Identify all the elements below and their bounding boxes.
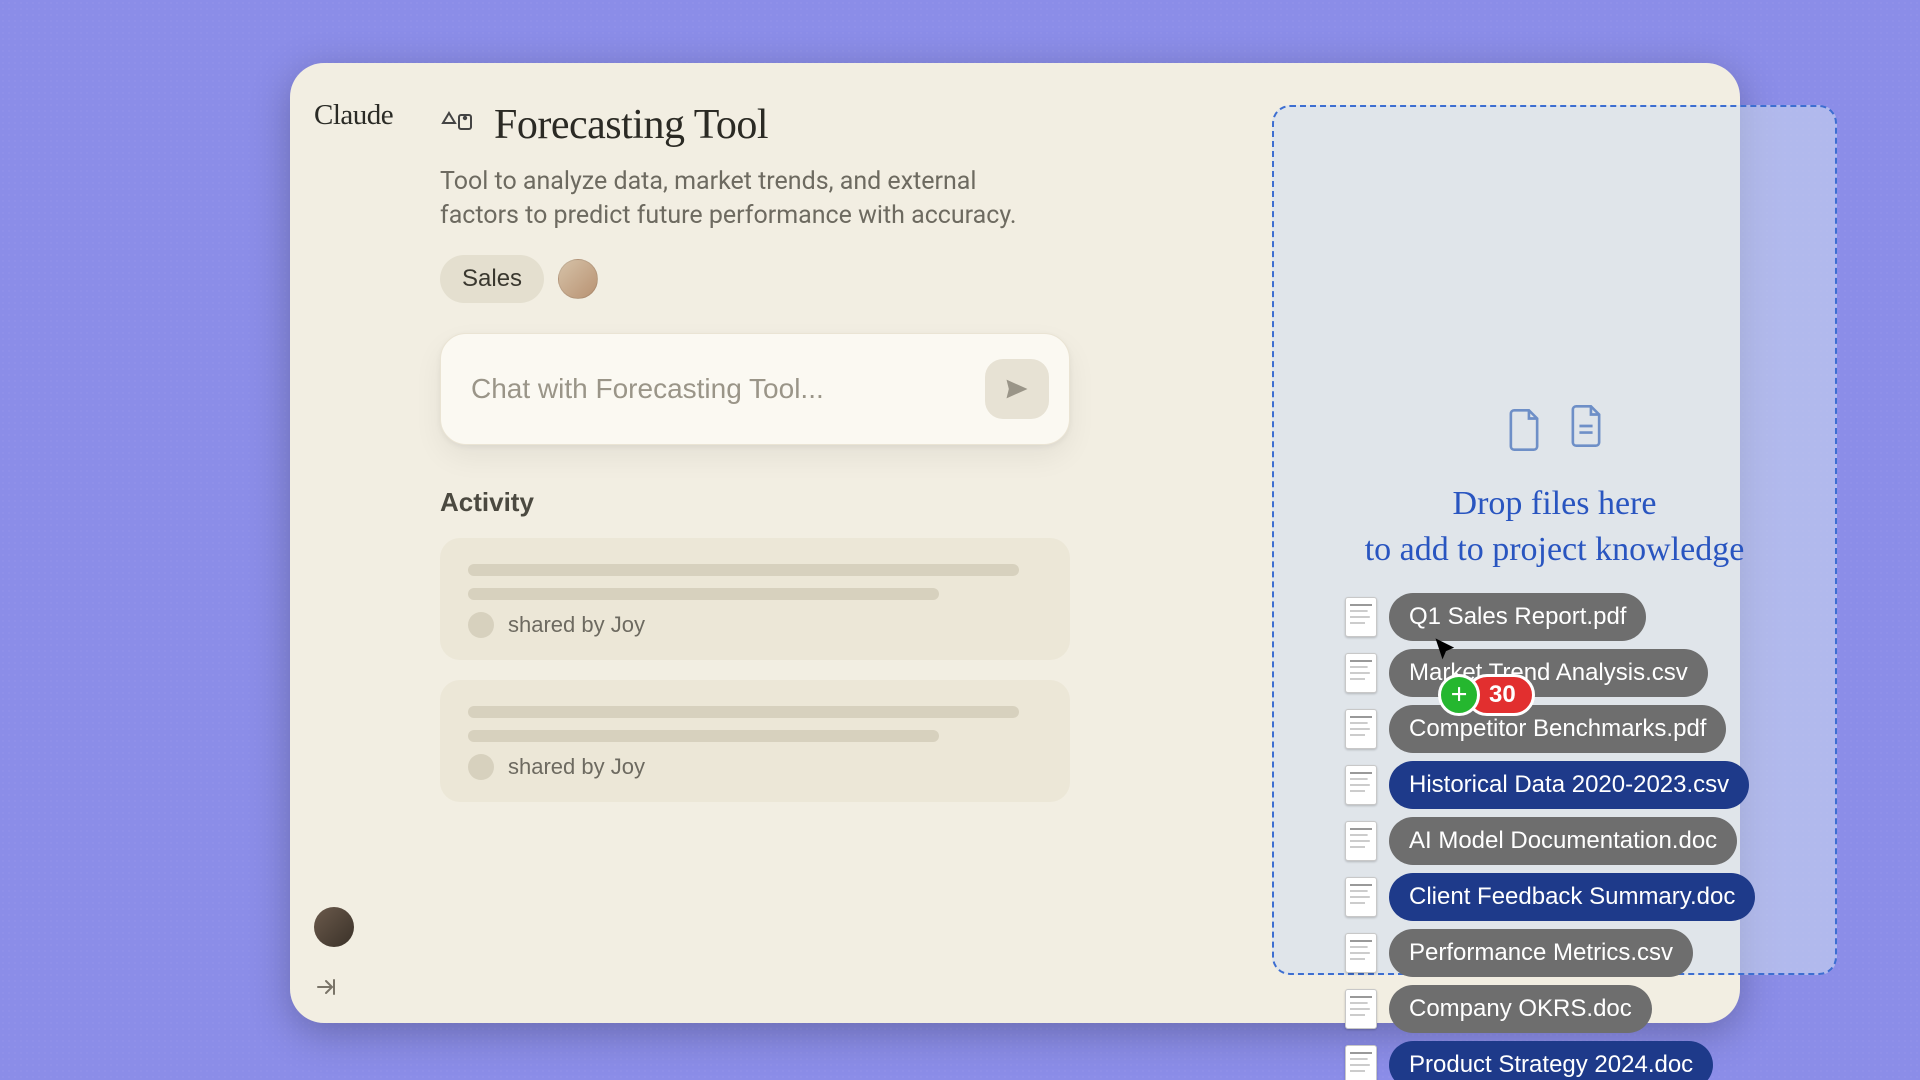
file-thumbnail-icon	[1345, 765, 1377, 805]
plus-icon: +	[1438, 674, 1480, 716]
file-thumbnail-icon	[1345, 877, 1377, 917]
skeleton-line	[468, 588, 939, 600]
dragged-file: Q1 Sales Report.pdf	[1345, 593, 1646, 641]
skeleton-line	[468, 564, 1019, 576]
dragged-file: Performance Metrics.csv	[1345, 929, 1693, 977]
activity-meta-text: shared by Joy	[508, 754, 645, 780]
chat-input[interactable]	[471, 373, 985, 405]
dropzone-text-line2: to add to project knowledge	[1365, 527, 1745, 573]
dragged-file: Product Strategy 2024.doc	[1345, 1041, 1713, 1080]
file-thumbnail-icon	[1345, 1045, 1377, 1080]
activity-heading: Activity	[440, 487, 1070, 518]
activity-card[interactable]: shared by Joy	[440, 538, 1070, 660]
user-avatar[interactable]	[314, 907, 354, 947]
file-thumbnail-icon	[1345, 653, 1377, 693]
chat-input-container	[440, 333, 1070, 445]
dragged-file: Competitor Benchmarks.pdf	[1345, 705, 1726, 753]
activity-card[interactable]: shared by Joy	[440, 680, 1070, 802]
project-description: Tool to analyze data, market trends, and…	[440, 165, 1060, 233]
drag-count-badge: + 30	[1438, 674, 1535, 716]
file-name-label: Performance Metrics.csv	[1389, 929, 1693, 977]
file-name-label: Product Strategy 2024.doc	[1389, 1041, 1713, 1080]
document-icon	[1503, 407, 1545, 453]
skeleton-line	[468, 706, 1019, 718]
file-thumbnail-icon	[1345, 821, 1377, 861]
cursor-icon	[1432, 636, 1460, 664]
dragged-file: Historical Data 2020-2023.csv	[1345, 761, 1749, 809]
file-thumbnail-icon	[1345, 709, 1377, 749]
file-name-label: AI Model Documentation.doc	[1389, 817, 1737, 865]
dragged-file: Client Feedback Summary.doc	[1345, 873, 1755, 921]
file-name-label: Historical Data 2020-2023.csv	[1389, 761, 1749, 809]
dragged-file: AI Model Documentation.doc	[1345, 817, 1737, 865]
sidebar-collapse-icon[interactable]	[314, 975, 338, 999]
dropzone-text-line1: Drop files here	[1365, 481, 1745, 527]
activity-meta-text: shared by Joy	[508, 612, 645, 638]
tag-chip-sales[interactable]: Sales	[440, 255, 544, 303]
dragged-file: Company OKRS.doc	[1345, 985, 1652, 1033]
brand-logo: Claude	[314, 99, 440, 132]
document-lines-icon	[1565, 403, 1607, 449]
file-thumbnail-icon	[1345, 597, 1377, 637]
file-thumbnail-icon	[1345, 933, 1377, 973]
meta-avatar-placeholder	[468, 612, 494, 638]
project-shapes-icon	[440, 107, 476, 143]
file-name-label: Q1 Sales Report.pdf	[1389, 593, 1646, 641]
page-title: Forecasting Tool	[494, 101, 768, 149]
skeleton-line	[468, 730, 939, 742]
send-button[interactable]	[985, 359, 1049, 419]
file-thumbnail-icon	[1345, 989, 1377, 1029]
file-name-label: Client Feedback Summary.doc	[1389, 873, 1755, 921]
file-name-label: Company OKRS.doc	[1389, 985, 1652, 1033]
send-icon	[1003, 375, 1031, 403]
member-avatar[interactable]	[558, 259, 598, 299]
meta-avatar-placeholder	[468, 754, 494, 780]
sidebar: Claude	[290, 63, 440, 1023]
